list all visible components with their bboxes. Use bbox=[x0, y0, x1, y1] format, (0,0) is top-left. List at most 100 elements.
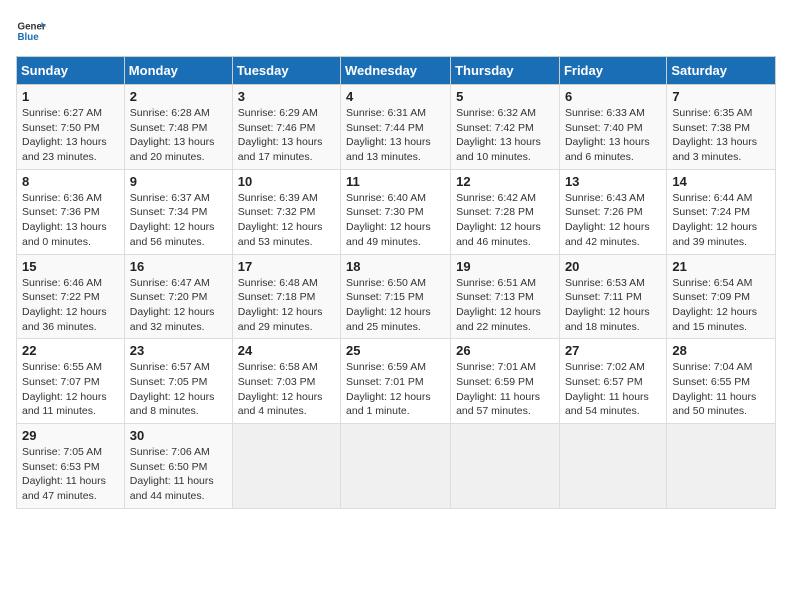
day-number: 27 bbox=[565, 343, 661, 358]
day-number: 7 bbox=[672, 89, 770, 104]
header-cell-friday: Friday bbox=[559, 57, 666, 85]
calendar-week-1: 1 Sunrise: 6:27 AMSunset: 7:50 PMDayligh… bbox=[17, 85, 776, 170]
day-detail: Sunrise: 6:31 AMSunset: 7:44 PMDaylight:… bbox=[346, 107, 431, 163]
day-number: 12 bbox=[456, 174, 554, 189]
calendar-cell: 22 Sunrise: 6:55 AMSunset: 7:07 PMDaylig… bbox=[17, 339, 125, 424]
day-detail: Sunrise: 6:28 AMSunset: 7:48 PMDaylight:… bbox=[130, 107, 215, 163]
day-detail: Sunrise: 7:04 AMSunset: 6:55 PMDaylight:… bbox=[672, 361, 756, 417]
calendar-cell: 8 Sunrise: 6:36 AMSunset: 7:36 PMDayligh… bbox=[17, 169, 125, 254]
day-number: 21 bbox=[672, 259, 770, 274]
header-cell-monday: Monday bbox=[124, 57, 232, 85]
logo: General Blue bbox=[16, 16, 46, 46]
page-header: General Blue bbox=[16, 16, 776, 46]
header-cell-tuesday: Tuesday bbox=[232, 57, 340, 85]
day-number: 9 bbox=[130, 174, 227, 189]
header-cell-wednesday: Wednesday bbox=[341, 57, 451, 85]
day-number: 2 bbox=[130, 89, 227, 104]
day-number: 30 bbox=[130, 428, 227, 443]
day-number: 28 bbox=[672, 343, 770, 358]
calendar-table: SundayMondayTuesdayWednesdayThursdayFrid… bbox=[16, 56, 776, 509]
calendar-cell: 9 Sunrise: 6:37 AMSunset: 7:34 PMDayligh… bbox=[124, 169, 232, 254]
day-number: 14 bbox=[672, 174, 770, 189]
day-number: 4 bbox=[346, 89, 445, 104]
calendar-cell: 11 Sunrise: 6:40 AMSunset: 7:30 PMDaylig… bbox=[341, 169, 451, 254]
day-number: 15 bbox=[22, 259, 119, 274]
calendar-cell: 14 Sunrise: 6:44 AMSunset: 7:24 PMDaylig… bbox=[667, 169, 776, 254]
day-detail: Sunrise: 7:02 AMSunset: 6:57 PMDaylight:… bbox=[565, 361, 649, 417]
calendar-cell: 10 Sunrise: 6:39 AMSunset: 7:32 PMDaylig… bbox=[232, 169, 340, 254]
calendar-cell bbox=[667, 424, 776, 509]
logo-icon: General Blue bbox=[16, 16, 46, 46]
header-cell-sunday: Sunday bbox=[17, 57, 125, 85]
calendar-cell: 15 Sunrise: 6:46 AMSunset: 7:22 PMDaylig… bbox=[17, 254, 125, 339]
day-detail: Sunrise: 6:44 AMSunset: 7:24 PMDaylight:… bbox=[672, 192, 757, 248]
day-detail: Sunrise: 6:32 AMSunset: 7:42 PMDaylight:… bbox=[456, 107, 541, 163]
day-number: 8 bbox=[22, 174, 119, 189]
day-number: 18 bbox=[346, 259, 445, 274]
header-cell-saturday: Saturday bbox=[667, 57, 776, 85]
calendar-cell: 29 Sunrise: 7:05 AMSunset: 6:53 PMDaylig… bbox=[17, 424, 125, 509]
day-detail: Sunrise: 6:51 AMSunset: 7:13 PMDaylight:… bbox=[456, 277, 541, 333]
day-detail: Sunrise: 6:37 AMSunset: 7:34 PMDaylight:… bbox=[130, 192, 215, 248]
calendar-week-2: 8 Sunrise: 6:36 AMSunset: 7:36 PMDayligh… bbox=[17, 169, 776, 254]
calendar-header: SundayMondayTuesdayWednesdayThursdayFrid… bbox=[17, 57, 776, 85]
day-detail: Sunrise: 6:50 AMSunset: 7:15 PMDaylight:… bbox=[346, 277, 431, 333]
day-detail: Sunrise: 6:53 AMSunset: 7:11 PMDaylight:… bbox=[565, 277, 650, 333]
day-detail: Sunrise: 7:06 AMSunset: 6:50 PMDaylight:… bbox=[130, 446, 214, 502]
calendar-cell: 23 Sunrise: 6:57 AMSunset: 7:05 PMDaylig… bbox=[124, 339, 232, 424]
calendar-cell: 28 Sunrise: 7:04 AMSunset: 6:55 PMDaylig… bbox=[667, 339, 776, 424]
day-detail: Sunrise: 6:55 AMSunset: 7:07 PMDaylight:… bbox=[22, 361, 107, 417]
day-detail: Sunrise: 6:43 AMSunset: 7:26 PMDaylight:… bbox=[565, 192, 650, 248]
day-detail: Sunrise: 6:57 AMSunset: 7:05 PMDaylight:… bbox=[130, 361, 215, 417]
calendar-cell bbox=[559, 424, 666, 509]
day-number: 29 bbox=[22, 428, 119, 443]
day-detail: Sunrise: 6:36 AMSunset: 7:36 PMDaylight:… bbox=[22, 192, 107, 248]
calendar-cell: 13 Sunrise: 6:43 AMSunset: 7:26 PMDaylig… bbox=[559, 169, 666, 254]
day-detail: Sunrise: 6:46 AMSunset: 7:22 PMDaylight:… bbox=[22, 277, 107, 333]
day-detail: Sunrise: 6:42 AMSunset: 7:28 PMDaylight:… bbox=[456, 192, 541, 248]
day-detail: Sunrise: 6:27 AMSunset: 7:50 PMDaylight:… bbox=[22, 107, 107, 163]
day-detail: Sunrise: 6:35 AMSunset: 7:38 PMDaylight:… bbox=[672, 107, 757, 163]
day-number: 16 bbox=[130, 259, 227, 274]
day-detail: Sunrise: 7:05 AMSunset: 6:53 PMDaylight:… bbox=[22, 446, 106, 502]
day-number: 5 bbox=[456, 89, 554, 104]
day-detail: Sunrise: 6:39 AMSunset: 7:32 PMDaylight:… bbox=[238, 192, 323, 248]
day-detail: Sunrise: 6:40 AMSunset: 7:30 PMDaylight:… bbox=[346, 192, 431, 248]
day-number: 10 bbox=[238, 174, 335, 189]
header-cell-thursday: Thursday bbox=[451, 57, 560, 85]
calendar-cell: 3 Sunrise: 6:29 AMSunset: 7:46 PMDayligh… bbox=[232, 85, 340, 170]
day-detail: Sunrise: 6:58 AMSunset: 7:03 PMDaylight:… bbox=[238, 361, 323, 417]
calendar-week-5: 29 Sunrise: 7:05 AMSunset: 6:53 PMDaylig… bbox=[17, 424, 776, 509]
calendar-cell: 17 Sunrise: 6:48 AMSunset: 7:18 PMDaylig… bbox=[232, 254, 340, 339]
day-number: 17 bbox=[238, 259, 335, 274]
calendar-cell: 25 Sunrise: 6:59 AMSunset: 7:01 PMDaylig… bbox=[341, 339, 451, 424]
day-number: 13 bbox=[565, 174, 661, 189]
calendar-week-4: 22 Sunrise: 6:55 AMSunset: 7:07 PMDaylig… bbox=[17, 339, 776, 424]
calendar-cell: 30 Sunrise: 7:06 AMSunset: 6:50 PMDaylig… bbox=[124, 424, 232, 509]
day-detail: Sunrise: 6:59 AMSunset: 7:01 PMDaylight:… bbox=[346, 361, 431, 417]
header-row: SundayMondayTuesdayWednesdayThursdayFrid… bbox=[17, 57, 776, 85]
day-number: 11 bbox=[346, 174, 445, 189]
calendar-cell: 4 Sunrise: 6:31 AMSunset: 7:44 PMDayligh… bbox=[341, 85, 451, 170]
calendar-cell: 16 Sunrise: 6:47 AMSunset: 7:20 PMDaylig… bbox=[124, 254, 232, 339]
day-detail: Sunrise: 6:29 AMSunset: 7:46 PMDaylight:… bbox=[238, 107, 323, 163]
calendar-cell: 6 Sunrise: 6:33 AMSunset: 7:40 PMDayligh… bbox=[559, 85, 666, 170]
day-detail: Sunrise: 6:47 AMSunset: 7:20 PMDaylight:… bbox=[130, 277, 215, 333]
calendar-cell: 12 Sunrise: 6:42 AMSunset: 7:28 PMDaylig… bbox=[451, 169, 560, 254]
day-number: 3 bbox=[238, 89, 335, 104]
calendar-cell: 20 Sunrise: 6:53 AMSunset: 7:11 PMDaylig… bbox=[559, 254, 666, 339]
calendar-cell: 21 Sunrise: 6:54 AMSunset: 7:09 PMDaylig… bbox=[667, 254, 776, 339]
day-number: 22 bbox=[22, 343, 119, 358]
calendar-cell: 27 Sunrise: 7:02 AMSunset: 6:57 PMDaylig… bbox=[559, 339, 666, 424]
calendar-cell: 24 Sunrise: 6:58 AMSunset: 7:03 PMDaylig… bbox=[232, 339, 340, 424]
day-number: 24 bbox=[238, 343, 335, 358]
calendar-week-3: 15 Sunrise: 6:46 AMSunset: 7:22 PMDaylig… bbox=[17, 254, 776, 339]
calendar-cell bbox=[451, 424, 560, 509]
day-number: 20 bbox=[565, 259, 661, 274]
svg-text:Blue: Blue bbox=[18, 32, 40, 43]
day-number: 25 bbox=[346, 343, 445, 358]
day-detail: Sunrise: 7:01 AMSunset: 6:59 PMDaylight:… bbox=[456, 361, 540, 417]
calendar-cell: 18 Sunrise: 6:50 AMSunset: 7:15 PMDaylig… bbox=[341, 254, 451, 339]
day-number: 19 bbox=[456, 259, 554, 274]
calendar-cell: 2 Sunrise: 6:28 AMSunset: 7:48 PMDayligh… bbox=[124, 85, 232, 170]
